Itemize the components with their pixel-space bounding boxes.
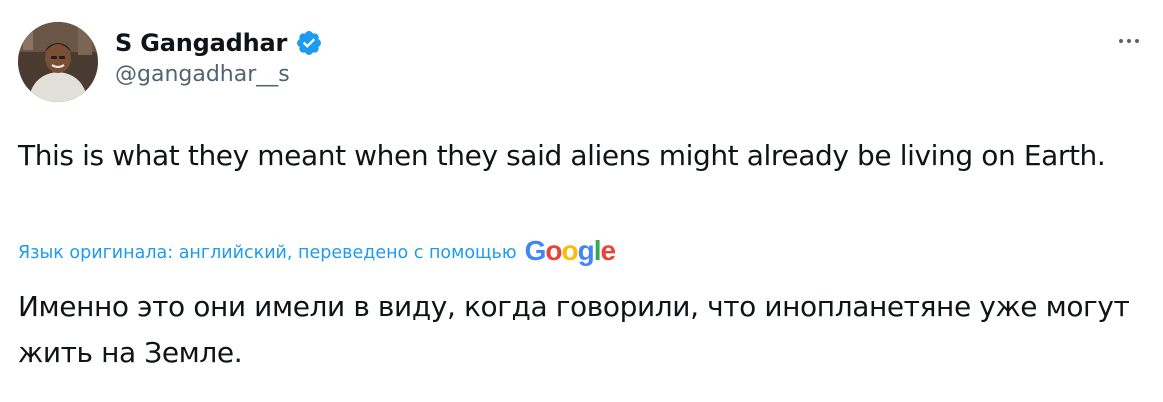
google-letter: e	[600, 235, 616, 266]
more-dot	[1127, 39, 1131, 43]
verified-badge-icon[interactable]	[295, 29, 323, 57]
author-name[interactable]: S Gangadhar	[115, 29, 287, 57]
translation-bar: Язык оригинала: английский, переведено с…	[18, 235, 616, 270]
more-options-icon[interactable]	[1109, 26, 1149, 56]
google-logo: Google	[524, 235, 616, 266]
author-name-row: S Gangadhar	[115, 26, 323, 60]
author-handle[interactable]: @gangadhar__s	[115, 62, 323, 87]
more-dot	[1119, 39, 1123, 43]
more-dot	[1135, 39, 1139, 43]
tweet-card: S Gangadhar @gangadhar__s This is what t…	[0, 0, 1163, 402]
avatar-photo	[18, 22, 98, 102]
google-letter: o	[545, 235, 562, 266]
tweet-text: This is what they meant when they said a…	[18, 139, 1106, 172]
google-letter: g	[577, 235, 595, 266]
google-letter: G	[524, 235, 547, 266]
author-block: S Gangadhar @gangadhar__s	[115, 26, 323, 87]
avatar[interactable]	[18, 22, 98, 102]
google-letter: o	[561, 235, 578, 266]
translated-text: Именно это они имели в виду, когда говор…	[18, 290, 1130, 369]
translation-label[interactable]: Язык оригинала: английский, переведено с…	[18, 243, 517, 263]
